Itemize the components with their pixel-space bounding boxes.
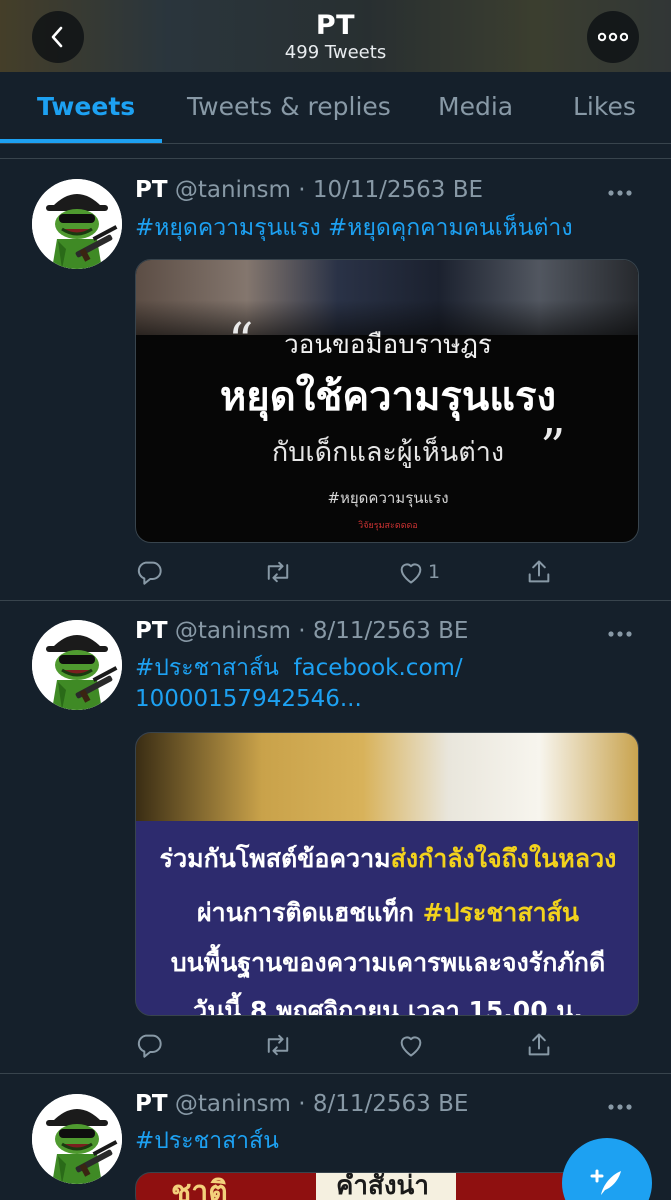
avatar[interactable]	[32, 1094, 122, 1184]
share-icon	[528, 1033, 550, 1056]
hashtag-link-line[interactable]: #ประชาสาส์น facebook.com/	[135, 653, 655, 684]
display-name[interactable]: PT	[135, 177, 168, 203]
like-button[interactable]	[397, 1030, 425, 1060]
more-horizontal-icon	[608, 631, 632, 637]
image-text-b: คำสั่งน่า	[336, 1172, 429, 1200]
image-text-a: ชาติ	[171, 1175, 228, 1200]
reply-icon	[137, 561, 162, 585]
heart-icon	[400, 1036, 422, 1057]
image-text-line-3: บนพื้นฐานของความเคารพและจงรักภักดี	[170, 948, 606, 977]
tweet-text[interactable]: #ประชาสาส์น facebook.com/ 10000157942546…	[135, 653, 655, 715]
tweet-more-button[interactable]	[608, 1091, 632, 1116]
tab-likes[interactable]: Likes	[573, 92, 636, 121]
tab-tweets[interactable]: Tweets	[37, 92, 135, 121]
retweet-button[interactable]	[263, 557, 293, 587]
tweet-header: PT @taninsm · 10/11/2563 BE	[135, 177, 484, 203]
tweet-date[interactable]: 8/11/2563 BE	[313, 1091, 469, 1117]
image-credit: วิจัยรุมสะดดดอ	[358, 521, 418, 531]
tweet-header: PT @taninsm · 8/11/2563 BE	[135, 1091, 469, 1117]
user-handle[interactable]: @taninsm	[175, 1091, 291, 1117]
tweet-text[interactable]: #หยุดความรุนแรง #หยุดคุกคามคนเห็นต่าง	[135, 213, 655, 244]
reply-button[interactable]	[135, 1030, 163, 1060]
tab-tweets-and-replies[interactable]: Tweets & replies	[187, 92, 391, 121]
retweet-icon	[267, 1034, 289, 1056]
share-button[interactable]	[525, 1030, 553, 1060]
profile-tabs: Tweets Tweets & replies Media Likes	[0, 72, 671, 144]
user-handle[interactable]: @taninsm	[175, 618, 291, 644]
tweet-more-button[interactable]	[608, 177, 632, 202]
like-count: 1	[428, 561, 441, 583]
retweet-icon	[267, 561, 289, 583]
more-horizontal-icon	[608, 190, 632, 196]
hashtag-line[interactable]: #หยุดความรุนแรง #หยุดคุกคามคนเห็นต่าง	[135, 213, 655, 244]
image-text-line-1: ร่วมกันโพสต์ข้อความส่งกำลังใจถึงในหลวง	[159, 844, 617, 873]
close-quote: ”	[540, 418, 566, 476]
tweet-actions	[135, 1030, 635, 1060]
image-text-line-2: ผ่านการติดแฮชแท็ก #ประชาสาส์น	[197, 898, 579, 927]
avatar[interactable]	[32, 620, 122, 710]
more-horizontal-icon	[598, 32, 628, 42]
tweet-header: PT @taninsm · 8/11/2563 BE	[135, 618, 469, 644]
user-handle[interactable]: @taninsm	[175, 177, 291, 203]
share-button[interactable]	[525, 557, 553, 587]
image-text-line-1: วอนขอมือบราษฎร	[284, 330, 492, 360]
share-icon	[528, 560, 550, 583]
tweet-count: 499 Tweets	[284, 42, 387, 63]
image-hashtag: #หยุดความรุนแรง	[327, 489, 449, 507]
link-line[interactable]: 10000157942546...	[135, 684, 655, 715]
display-name[interactable]: PT	[135, 1091, 168, 1117]
kermit-avatar-icon	[32, 620, 122, 710]
tweet-date[interactable]: 8/11/2563 BE	[313, 618, 469, 644]
avatar[interactable]	[32, 179, 122, 269]
compose-tweet-icon	[590, 1169, 621, 1195]
tweet-image[interactable]: ร่วมกันโพสต์ข้อความส่งกำลังใจถึงในหลวง ผ…	[135, 732, 639, 1016]
tweet[interactable]: PT @taninsm · 10/11/2563 BE #หยุดความรุน…	[0, 159, 671, 601]
retweet-button[interactable]	[263, 1030, 293, 1060]
kermit-avatar-icon	[32, 1094, 122, 1184]
profile-title: PT	[315, 10, 356, 41]
display-name[interactable]: PT	[135, 618, 168, 644]
tweet-more-button[interactable]	[608, 618, 632, 643]
like-button[interactable]: 1	[397, 557, 440, 587]
kermit-avatar-icon	[32, 179, 122, 269]
more-options-button[interactable]	[587, 11, 639, 63]
reply-icon	[137, 1034, 162, 1058]
tweet-image[interactable]: “ วอนขอมือบราษฎร หยุดใช้ความรุนแรง กับเด…	[135, 259, 639, 543]
image-text-line-4: วันนี้ 8 พฤศจิกายน เวลา 15.00 น.	[193, 996, 583, 1016]
tweet[interactable]: PT @taninsm · 8/11/2563 BE #ประชาสาส์น f…	[0, 601, 671, 1074]
tweet-actions: 1	[135, 557, 635, 587]
active-tab-indicator	[0, 139, 162, 143]
reply-button[interactable]	[135, 557, 163, 587]
heart-icon	[400, 563, 422, 584]
tab-media[interactable]: Media	[438, 92, 513, 121]
profile-header: PT 499 Tweets	[0, 0, 671, 72]
tweet-date[interactable]: 10/11/2563 BE	[313, 177, 483, 203]
more-horizontal-icon	[608, 1104, 632, 1110]
background-photo	[136, 733, 638, 821]
